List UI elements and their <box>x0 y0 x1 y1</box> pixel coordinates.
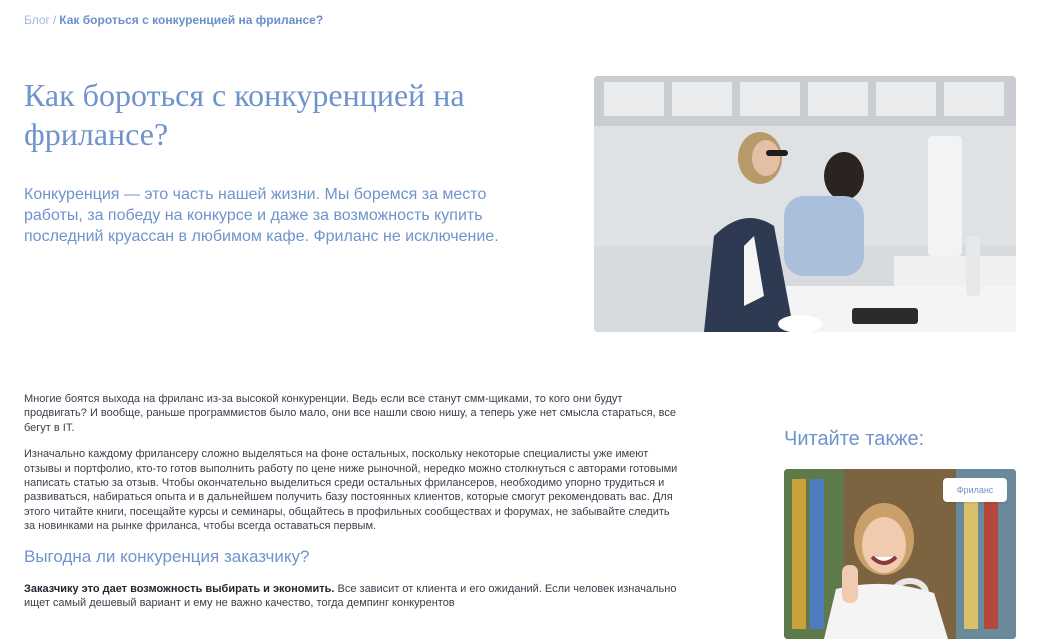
read-also-title: Читайте также: <box>784 428 925 450</box>
article-paragraph-3: Заказчику это дает возможность выбирать … <box>24 582 680 611</box>
breadcrumb-separator: / <box>52 13 57 27</box>
article-paragraph-2: Изначально каждому фрилансеру сложно выд… <box>24 448 678 533</box>
page-title: Как бороться с конкуренцией на фрилансе? <box>24 77 465 152</box>
breadcrumb-blog-link[interactable]: Блог <box>24 13 50 27</box>
breadcrumb: Блог / Как бороться с конкуренцией на фрил… <box>24 13 323 27</box>
breadcrumb-current: Как бороться с конкуренцией на фрилансе? <box>59 13 324 27</box>
article-paragraph-1: Многие боятся выхода на фриланс из-за вы… <box>24 393 677 434</box>
article-body: Многие боятся выхода на фриланс из-за вы… <box>24 392 680 622</box>
article-paragraph-3-bold: Заказчику это дает возможность выбирать … <box>24 582 335 595</box>
article-subheading: Выгодна ли конкуренция заказчику? <box>24 546 310 566</box>
article-lead: Конкуренция — это часть нашей жизни. Мы … <box>24 186 499 245</box>
card-category-tag[interactable]: Фриланс <box>943 478 1007 502</box>
office-workers-photo <box>594 76 1016 332</box>
